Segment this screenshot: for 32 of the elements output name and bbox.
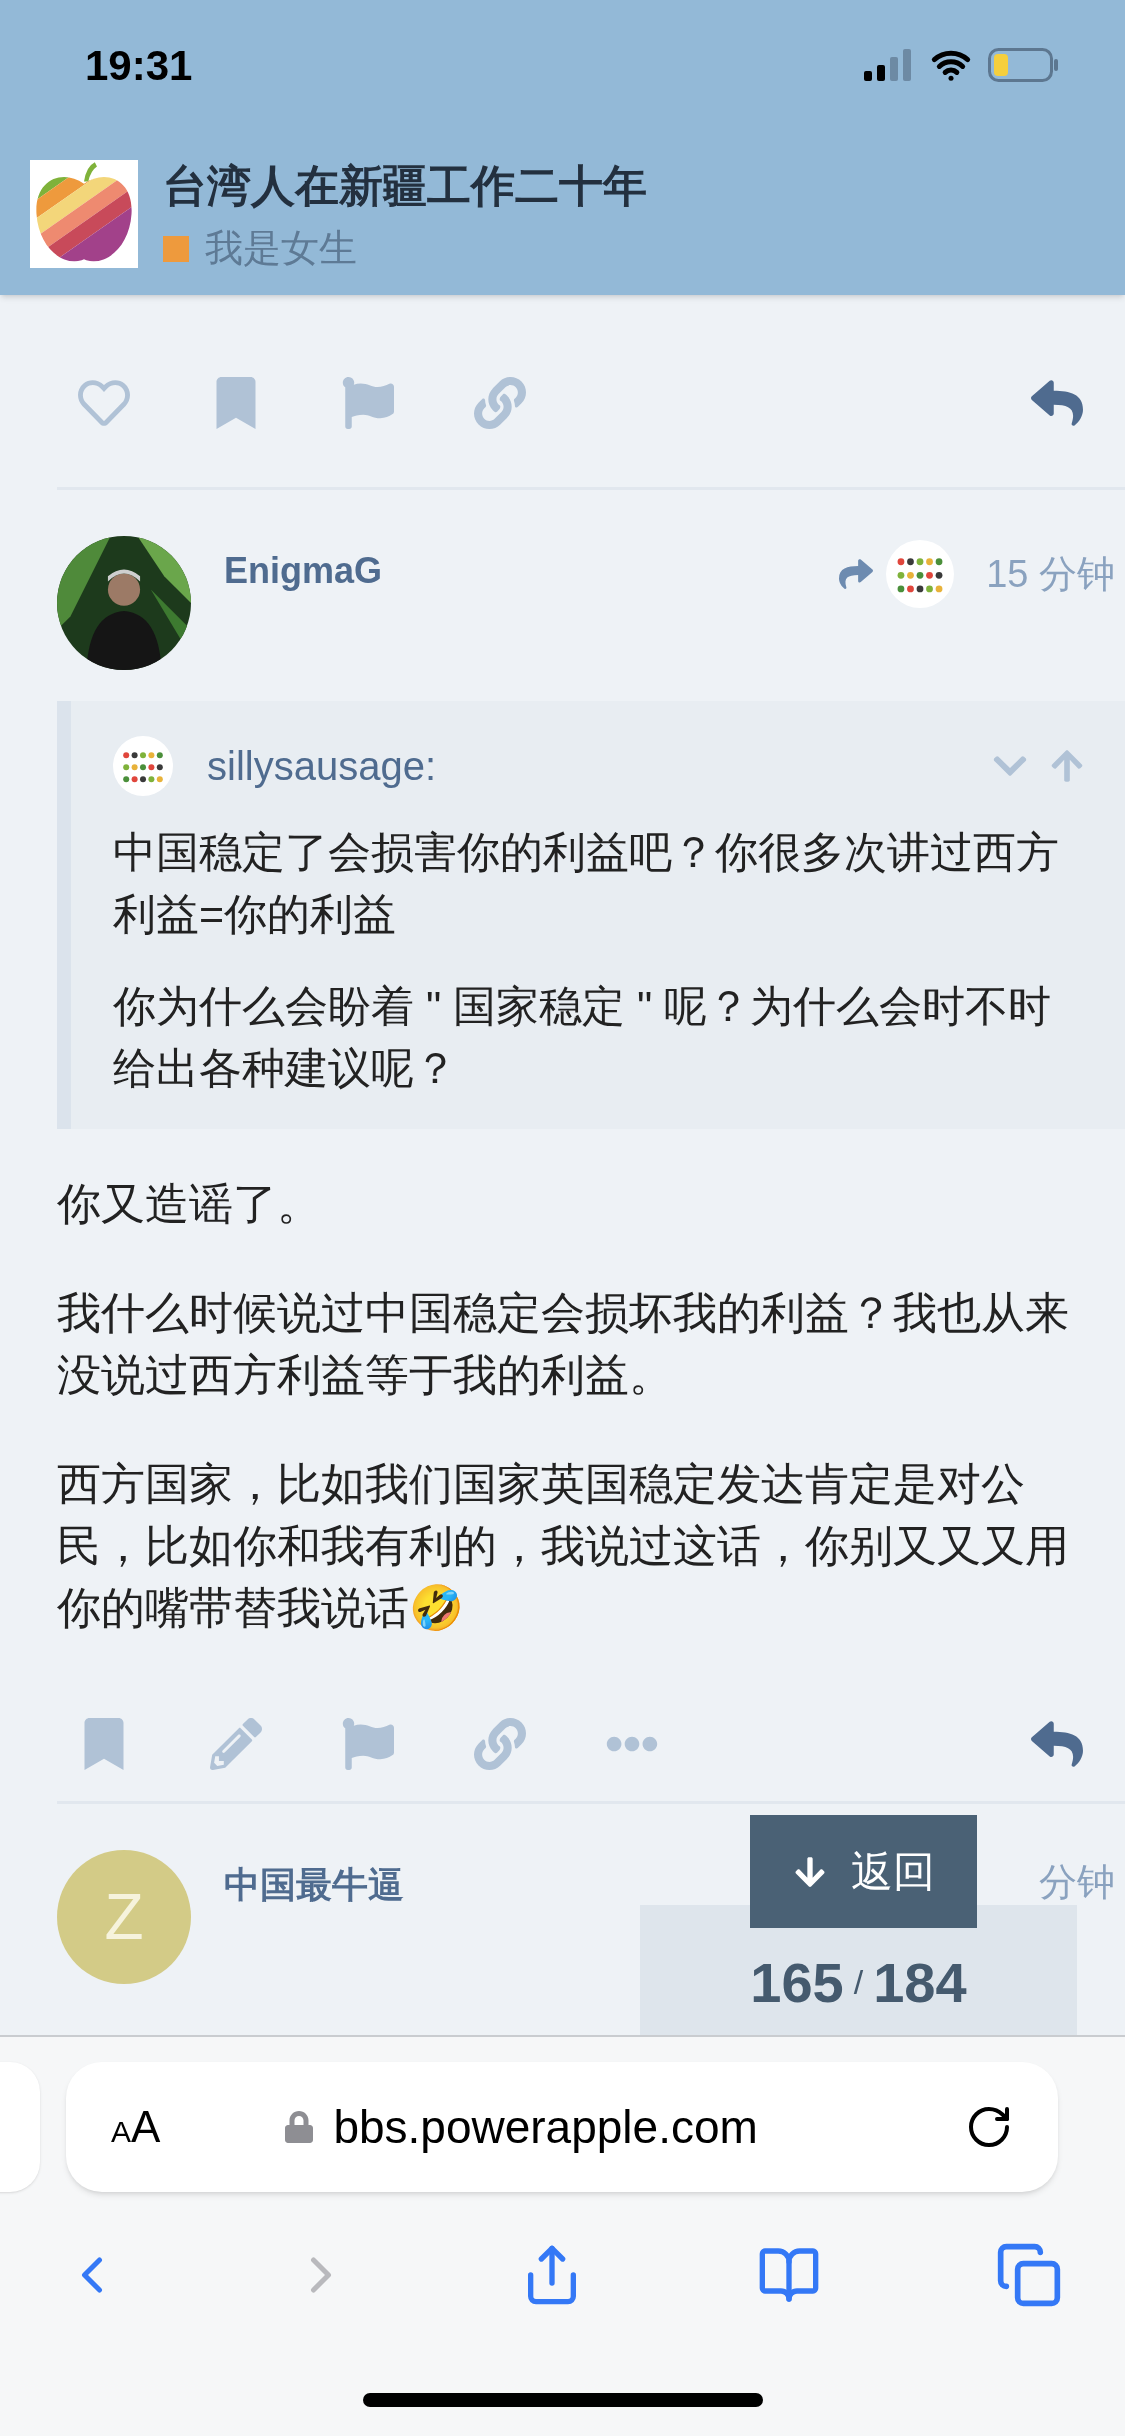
link-icon[interactable]	[474, 1717, 526, 1770]
link-icon[interactable]	[474, 376, 526, 429]
post-time: 分钟	[1039, 1860, 1115, 1905]
progress-box[interactable]: 165 / 184	[640, 1905, 1077, 2035]
back-jump-button[interactable]: 返回	[750, 1815, 977, 1928]
quote-paragraph: 中国稳定了会损害你的利益吧？你很多次讲过西方利益=你的利益	[113, 827, 1060, 940]
author-name[interactable]: EnigmaG	[224, 544, 383, 598]
post-time: 15 分钟	[986, 551, 1115, 597]
separator: /	[853, 1962, 864, 2003]
topic-title: 台湾人在新疆工作二十年	[163, 160, 647, 212]
quote-paragraph: 你为什么会盼着 " 国家稳定 " 呢？为什么会时不时给出各种建议呢？	[113, 981, 1053, 1094]
post-paragraph: 我什么时候说过中国稳定会损坏我的利益？我也从来没说过西方利益等于我的利益。	[57, 1287, 1070, 1401]
author-name[interactable]: 中国最牛逼	[224, 1858, 404, 1912]
quote-author[interactable]: sillysausage:	[207, 736, 436, 796]
status-time: 19:31	[85, 40, 193, 91]
logo-icon	[30, 160, 138, 268]
total-post-number: 184	[873, 1949, 967, 2016]
pencil-icon[interactable]	[210, 1717, 262, 1770]
flag-icon[interactable]	[342, 376, 394, 429]
current-post-number: 165	[750, 1949, 844, 2016]
address-bar[interactable]: AA bbs.powerapple.com	[66, 2062, 1058, 2192]
url-text: bbs.powerapple.com	[333, 2099, 758, 2155]
arrow-up-icon[interactable]	[1049, 748, 1085, 784]
battery-icon	[988, 48, 1060, 82]
lock-icon	[285, 2110, 314, 2144]
flag-icon[interactable]	[342, 1717, 394, 1770]
letter-avatar: Z	[57, 1850, 191, 1984]
post-paragraph: 你又造谣了。	[57, 1178, 322, 1230]
post-paragraph: 西方国家，比如我们国家英国稳定发达肯定是对公民，比如你和我有利的，我说过这话，你别又又又用你的嘴带替我说话🤣	[57, 1458, 1070, 1634]
text-size-button[interactable]: AA	[111, 2094, 161, 2160]
tabs-icon[interactable]	[995, 2241, 1063, 2309]
signal-icon	[864, 49, 914, 81]
